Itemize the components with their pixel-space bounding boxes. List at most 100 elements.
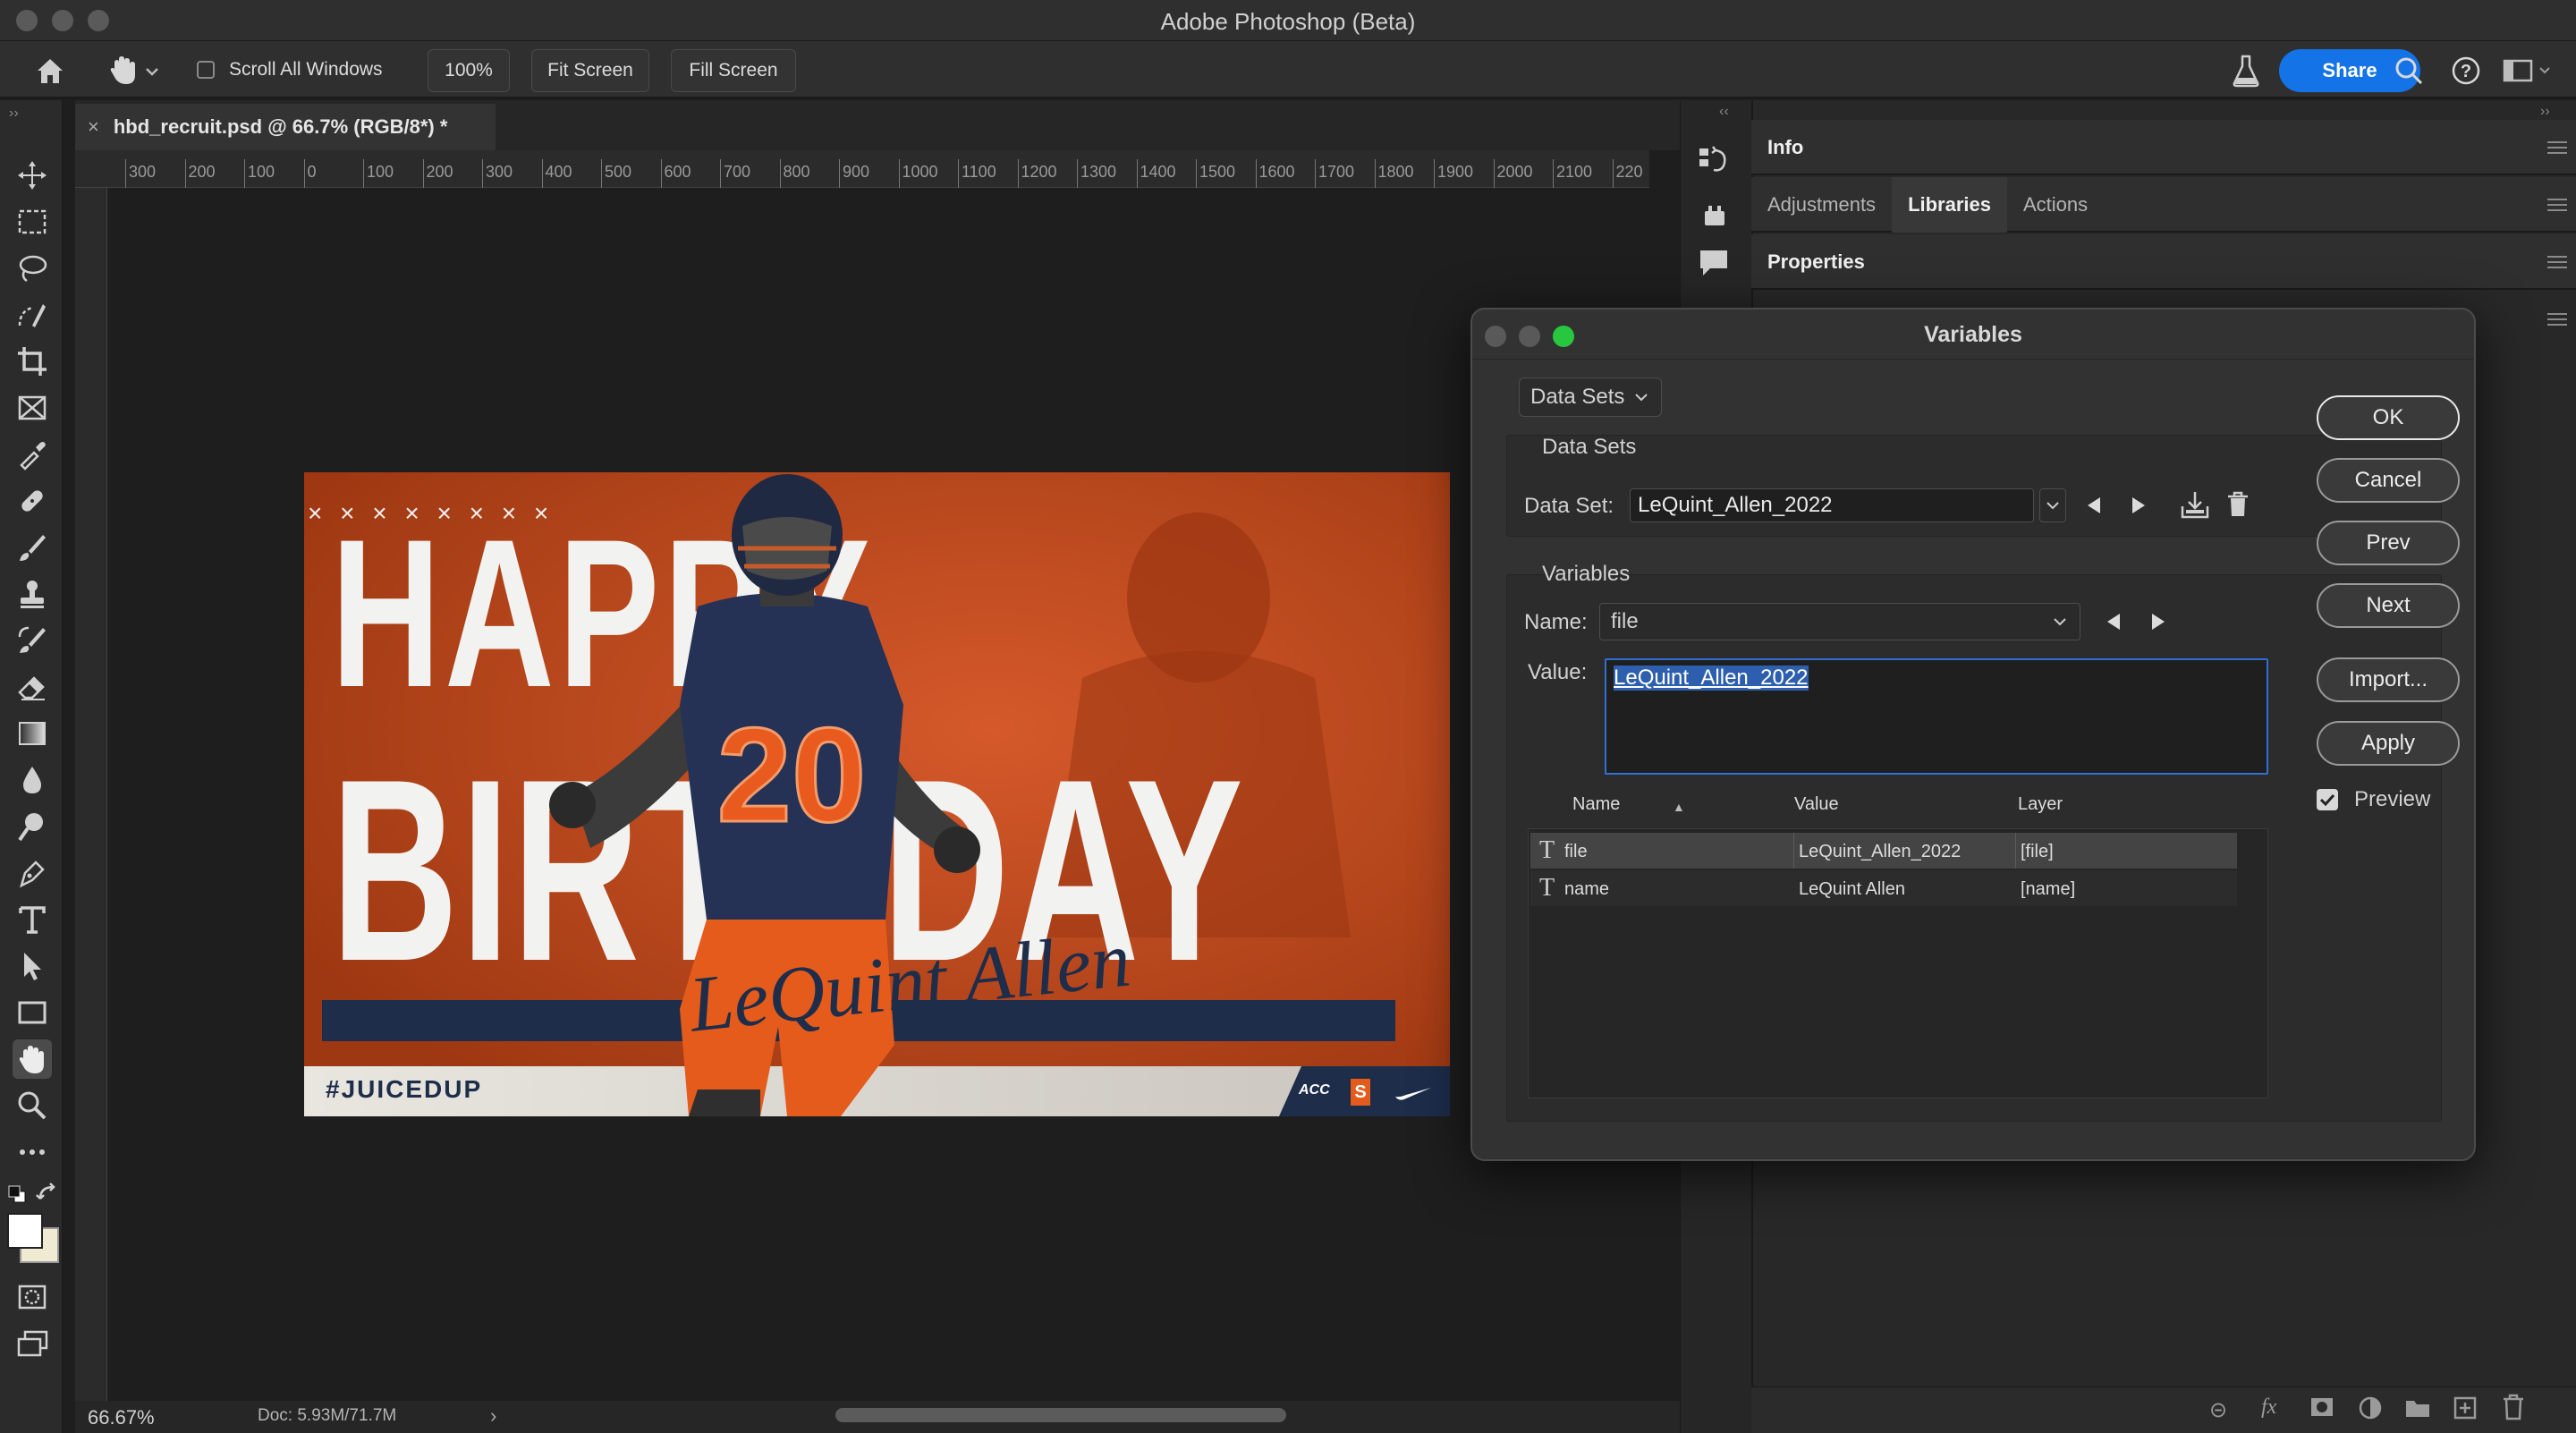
quick-mask-icon[interactable]	[13, 1277, 52, 1317]
workspace-switcher-icon[interactable]	[2503, 57, 2553, 84]
ruler-tick-label: 100	[367, 163, 394, 181]
link-layers-icon[interactable]: ⊝	[2209, 1397, 2227, 1423]
home-icon[interactable]	[34, 55, 66, 86]
data-set-field[interactable]: LeQuint_Allen_2022	[1630, 488, 2034, 522]
preview-label: Preview	[2354, 787, 2431, 811]
swap-colors-icon[interactable]	[36, 1183, 61, 1204]
default-colors-icon[interactable]	[7, 1184, 27, 1204]
collapse-strip-icon[interactable]: ‹‹	[1719, 104, 1729, 120]
properties-panel-menu-icon[interactable]	[2547, 256, 2567, 268]
options-bar	[0, 41, 2576, 98]
screen-mode-icon[interactable]	[13, 1324, 52, 1363]
ok-button[interactable]: OK	[2317, 395, 2460, 440]
marquee-tool-icon[interactable]	[13, 202, 52, 242]
next-button[interactable]: Next	[2317, 583, 2460, 628]
status-menu-arrow-icon[interactable]: ›	[490, 1404, 496, 1428]
horizontal-scrollbar[interactable]	[835, 1408, 1286, 1422]
data-set-dropdown-button[interactable]	[2039, 488, 2066, 522]
healing-brush-tool-icon[interactable]	[13, 481, 52, 521]
libraries-panel-menu-icon[interactable]	[2547, 199, 2567, 211]
object-selection-tool-icon[interactable]	[13, 295, 52, 335]
next-data-set-icon[interactable]	[2132, 497, 2145, 513]
table-row[interactable]: T name LeQuint Allen [name]	[1530, 870, 2237, 906]
variable-name-select[interactable]: file	[1599, 603, 2080, 640]
eyedropper-tool-icon[interactable]	[13, 435, 52, 474]
adjustment-layer-icon[interactable]	[2358, 1395, 2383, 1420]
svg-text:?: ?	[2461, 62, 2471, 81]
tab-info[interactable]: Info	[1751, 120, 1819, 175]
blur-tool-icon[interactable]	[13, 760, 52, 800]
preview-checkbox[interactable]	[2317, 789, 2338, 810]
zoom-tool-icon[interactable]	[13, 1086, 52, 1125]
properties-panel-header: Properties	[1751, 234, 2576, 290]
table-row[interactable]: T file LeQuint_Allen_2022 [file]	[1530, 833, 2237, 869]
lasso-tool-icon[interactable]	[13, 249, 52, 288]
document-artwork[interactable]: × × × × × × × × HAPPY BIRTHDAY 20 LeQuin…	[304, 472, 1450, 1116]
foreground-color-swatch[interactable]	[7, 1213, 43, 1249]
column-header-value[interactable]: Value	[1794, 794, 1839, 815]
text-variable-icon: T	[1539, 836, 1555, 864]
rectangle-tool-icon[interactable]	[13, 993, 52, 1032]
ruler-tick-label: 400	[545, 163, 572, 181]
hand-tool-icon[interactable]	[13, 1039, 52, 1079]
frame-tool-icon[interactable]	[13, 388, 52, 428]
column-header-name[interactable]: Name	[1572, 794, 1620, 815]
plugins-panel-icon[interactable]	[1699, 200, 1730, 231]
brush-tool-icon[interactable]	[13, 528, 52, 567]
tab-adjustments[interactable]: Adjustments	[1751, 177, 1892, 233]
zoom-100-button[interactable]: 100%	[428, 49, 510, 92]
layer-effects-icon[interactable]: fx	[2261, 1395, 2276, 1420]
zoom-level-field[interactable]: 66.67%	[88, 1406, 155, 1429]
school-logo: S	[1351, 1079, 1370, 1106]
eraser-tool-icon[interactable]	[13, 667, 52, 707]
comments-panel-icon[interactable]	[1698, 247, 1730, 279]
path-selection-tool-icon[interactable]	[13, 946, 52, 986]
next-variable-icon[interactable]	[2152, 614, 2165, 630]
hand-tool-preset-picker[interactable]	[107, 54, 161, 88]
dodge-tool-icon[interactable]	[13, 807, 52, 846]
mode-select[interactable]: Data Sets	[1519, 377, 1662, 417]
tab-libraries[interactable]: Libraries	[1892, 177, 2007, 233]
ruler-tick-label: 1300	[1080, 163, 1117, 181]
beta-flask-icon[interactable]	[2231, 54, 2261, 88]
history-panel-icon[interactable]	[1696, 143, 1732, 179]
more-tools-icon[interactable]	[13, 1132, 52, 1172]
type-tool-icon[interactable]	[13, 900, 52, 939]
import-button[interactable]: Import...	[2317, 657, 2460, 702]
value-textarea[interactable]: LeQuint_Allen_2022	[1605, 658, 2268, 775]
ruler-tick-mark	[1136, 159, 1138, 188]
collapse-tools-icon[interactable]: ››	[9, 106, 19, 122]
collapse-panels-icon[interactable]: ››	[2540, 104, 2550, 120]
cancel-button[interactable]: Cancel	[2317, 458, 2460, 503]
scroll-all-windows-checkbox[interactable]	[197, 61, 215, 79]
move-tool-icon[interactable]	[13, 156, 52, 195]
clone-stamp-tool-icon[interactable]	[13, 574, 52, 614]
prev-button[interactable]: Prev	[2317, 521, 2460, 565]
ruler-tick-mark	[1017, 159, 1019, 188]
new-layer-icon[interactable]	[2453, 1395, 2478, 1420]
layers-panel-menu-icon[interactable]	[2547, 313, 2567, 326]
gradient-tool-icon[interactable]	[13, 714, 52, 753]
delete-data-set-icon[interactable]	[2225, 490, 2250, 519]
add-mask-icon[interactable]	[2309, 1395, 2334, 1419]
info-panel-menu-icon[interactable]	[2547, 141, 2567, 154]
pen-tool-icon[interactable]	[13, 853, 52, 893]
previous-variable-icon[interactable]	[2107, 614, 2120, 630]
crop-tool-icon[interactable]	[13, 342, 52, 381]
sort-ascending-icon: ▲	[1673, 800, 1685, 814]
tab-actions[interactable]: Actions	[2007, 177, 2104, 233]
close-tab-icon[interactable]: ×	[88, 115, 99, 139]
previous-data-set-icon[interactable]	[2088, 497, 2100, 513]
history-brush-tool-icon[interactable]	[13, 621, 52, 660]
column-header-layer[interactable]: Layer	[2018, 794, 2063, 815]
help-icon[interactable]: ?	[2451, 55, 2481, 86]
tab-properties[interactable]: Properties	[1751, 234, 1881, 290]
save-data-set-icon[interactable]	[2179, 490, 2211, 521]
apply-button[interactable]: Apply	[2317, 721, 2460, 766]
fill-screen-button[interactable]: Fill Screen	[671, 49, 796, 92]
fit-screen-button[interactable]: Fit Screen	[531, 49, 649, 92]
ruler-tick-mark	[958, 159, 959, 188]
document-tab[interactable]: × hbd_recruit.psd @ 66.7% (RGB/8*) *	[75, 104, 496, 150]
new-group-icon[interactable]	[2404, 1397, 2431, 1419]
delete-layer-icon[interactable]	[2501, 1394, 2526, 1420]
